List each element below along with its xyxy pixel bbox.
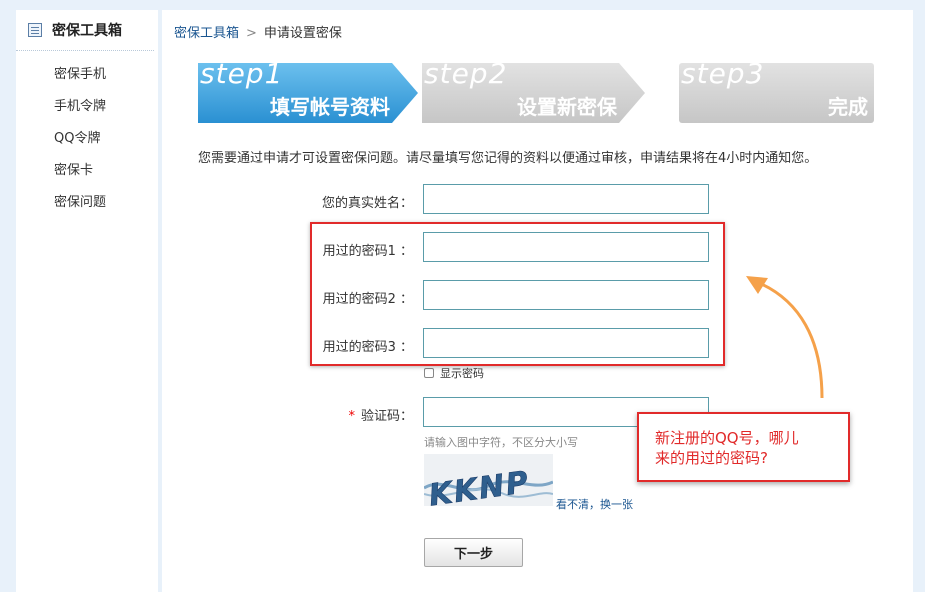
real-name-input[interactable] [423, 184, 709, 214]
captcha-graphic: KKNP [424, 464, 553, 506]
real-name-row: 您的真实姓名： [162, 184, 913, 216]
annotation-note: 新注册的QQ号，哪儿 来的用过的密码? [637, 412, 850, 482]
next-step-button[interactable]: 下一步 [424, 538, 523, 567]
sidebar-item-security-phone[interactable]: 密保手机 [16, 59, 158, 91]
refresh-captcha-link[interactable]: 看不清，换一张 [556, 496, 633, 512]
breadcrumb-parent-link[interactable]: 密保工具箱 [174, 26, 239, 41]
step3: step3 完成 [679, 57, 874, 123]
real-name-label: 您的真实姓名： [321, 196, 413, 211]
step-indicator: step1 填写帐号资料 step2 设置新密保 step3 完成 [198, 57, 874, 123]
notepad-icon [28, 23, 42, 37]
captcha-hint: 请输入图中字符，不区分大小写 [424, 436, 578, 449]
show-password-checkbox[interactable] [424, 368, 434, 378]
sidebar-title-text: 密保工具箱 [52, 23, 122, 39]
step1-title: 填写帐号资料 [270, 95, 390, 119]
sidebar-item-qq-token[interactable]: QQ令牌 [16, 123, 158, 155]
annotation-note-line2: 来的用过的密码? [655, 449, 768, 467]
step2-title: 设置新密保 [517, 95, 617, 119]
annotation-note-line1: 新注册的QQ号，哪儿 [655, 429, 799, 447]
captcha-image: KKNP [424, 454, 553, 506]
required-mark: * [348, 409, 355, 424]
breadcrumb-current: 申请设置密保 [263, 26, 342, 41]
captcha-text: KKNP [427, 465, 532, 506]
highlight-box [310, 222, 725, 366]
step1: step1 填写帐号资料 [198, 57, 418, 123]
sidebar-item-phone-token[interactable]: 手机令牌 [16, 91, 158, 123]
step3-number: step3 [681, 57, 765, 90]
sidebar: 密保工具箱 密保手机 手机令牌 QQ令牌 密保卡 密保问题 [16, 10, 158, 592]
sidebar-title: 密保工具箱 [16, 10, 154, 51]
show-password-toggle[interactable]: 显示密码 [424, 365, 484, 381]
breadcrumb: 密保工具箱 > 申请设置密保 [174, 22, 342, 41]
notice-text: 您需要通过申请才可设置密保问题。请尽量填写您记得的资料以便通过审核，申请结果将在… [198, 151, 818, 166]
step2-number: step2 [424, 57, 508, 90]
step1-number: step1 [200, 57, 284, 90]
sidebar-menu: 密保手机 手机令牌 QQ令牌 密保卡 密保问题 [16, 59, 158, 219]
captcha-label-text: 验证码： [360, 409, 413, 424]
show-password-label: 显示密码 [440, 367, 484, 380]
sidebar-item-security-card[interactable]: 密保卡 [16, 155, 158, 187]
step2: step2 设置新密保 [422, 57, 645, 123]
captcha-label: * 验证码： [348, 405, 413, 424]
step3-title: 完成 [828, 95, 868, 119]
breadcrumb-separator: > [246, 26, 257, 41]
sidebar-item-security-question[interactable]: 密保问题 [16, 187, 158, 219]
